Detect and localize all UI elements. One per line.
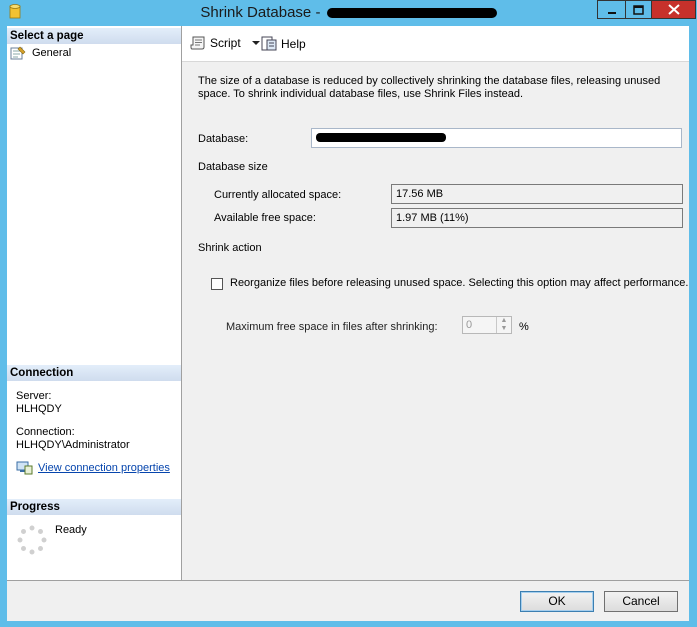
reorganize-label[interactable]: Reorganize files before releasing unused… [230,277,688,289]
script-button[interactable]: Script [190,36,261,50]
ok-button[interactable]: OK [520,591,594,612]
reorganize-checkbox[interactable] [211,278,223,290]
connection-value: HLHQDY\Administrator [16,439,130,451]
max-free-space-label: Maximum free space in files after shrink… [226,321,438,333]
connection-header: Connection [7,365,181,381]
max-free-space-value: 0 [466,319,473,331]
database-label: Database: [198,133,249,145]
close-icon [667,4,680,15]
allocated-space-value: 17.56 MB [391,184,683,204]
redacted-database-name [326,8,497,19]
toolbar: Script Help [182,26,689,62]
spin-up-icon[interactable]: ▲ [497,317,511,325]
view-connection-properties[interactable]: View connection properties [16,461,170,475]
maximize-icon [633,4,644,15]
progress-header: Progress [7,499,181,515]
page-item-general[interactable]: General [10,46,71,60]
cancel-button[interactable]: Cancel [604,591,678,612]
description-text: The size of a database is reduced by col… [198,75,661,100]
button-bar: OK Cancel [7,580,689,621]
script-label: Script [210,36,241,50]
server-value: HLHQDY [16,403,62,415]
help-label: Help [281,36,306,51]
redacted-database-value [316,133,446,142]
spin-down-icon[interactable]: ▼ [497,325,511,333]
progress-spinner-icon [17,525,47,555]
database-name-field[interactable] [311,128,682,148]
left-panel: Select a page General Connection Server:… [7,26,182,580]
general-page: The size of a database is reduced by col… [182,62,689,580]
script-icon [190,36,205,50]
connection-label: Connection: [16,426,75,438]
dropdown-arrow-icon[interactable] [251,40,261,46]
free-space-value: 1.97 MB (11%) [391,208,683,228]
help-button[interactable]: Help [261,36,306,51]
page-wrench-icon [10,46,26,60]
window-title: Shrink Database - [0,4,697,21]
spinner-arrows[interactable]: ▲ ▼ [496,317,511,333]
free-space-label: Available free space: [214,212,316,224]
dialog-client-area: Select a page General Connection Server:… [7,26,689,621]
select-page-header: Select a page [7,28,181,44]
percent-label: % [519,321,529,333]
close-button[interactable] [651,0,696,19]
connection-properties-icon [16,461,33,475]
minimize-button[interactable] [597,0,626,19]
minimize-icon [608,11,616,14]
allocated-space-label: Currently allocated space: [214,189,342,201]
shrink-database-window: Shrink Database - Select a page General … [0,0,697,627]
database-size-header: Database size [198,161,268,173]
view-connection-link[interactable]: View connection properties [38,462,170,474]
maximize-button[interactable] [625,0,652,19]
page-item-label: General [32,47,72,59]
help-icon [261,36,277,51]
max-free-space-spinner[interactable]: 0 ▲ ▼ [462,316,512,334]
progress-status: Ready [55,524,87,536]
server-label: Server: [16,390,52,402]
title-bar[interactable]: Shrink Database - [0,0,697,26]
shrink-action-header: Shrink action [198,242,262,254]
